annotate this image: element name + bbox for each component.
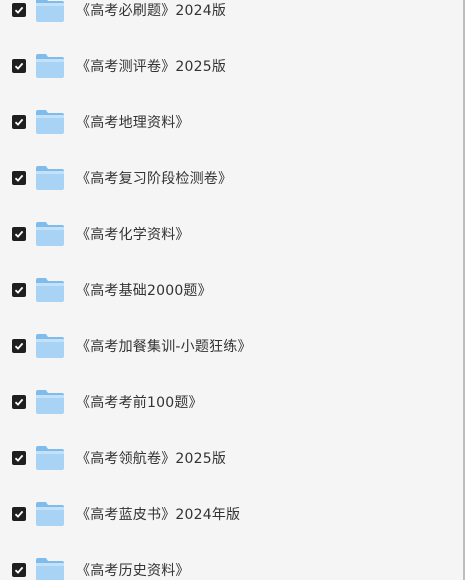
list-item[interactable]: 《高考领航卷》2025版	[0, 430, 460, 486]
file-name: 《高考基础2000题》	[76, 283, 212, 299]
list-item[interactable]: 《高考蓝皮书》2024年版	[0, 486, 460, 542]
folder-icon	[35, 0, 65, 23]
list-item[interactable]: 《高考历史资料》	[0, 542, 460, 580]
list-item[interactable]: 《高考复习阶段检测卷》	[0, 150, 460, 206]
list-item[interactable]: 《高考考前100题》	[0, 374, 460, 430]
file-name: 《高考化学资料》	[76, 227, 190, 243]
checkbox-checked-icon[interactable]	[12, 563, 26, 577]
file-name: 《高考领航卷》2025版	[76, 451, 227, 467]
file-list-panel: 《高考必刷题》2024版 《高考测评卷》2025版 《高考地理资料》 《高考复习…	[0, 0, 465, 580]
list-item[interactable]: 《高考加餐集训-小题狂练》	[0, 318, 460, 374]
folder-icon	[35, 501, 65, 527]
checkbox-checked-icon[interactable]	[12, 339, 26, 353]
list-item[interactable]: 《高考测评卷》2025版	[0, 38, 460, 94]
file-name: 《高考必刷题》2024版	[76, 3, 227, 19]
checkbox-checked-icon[interactable]	[12, 283, 26, 297]
folder-icon	[35, 445, 65, 471]
folder-icon	[35, 221, 65, 247]
file-name: 《高考考前100题》	[76, 395, 203, 411]
file-name: 《高考历史资料》	[76, 563, 190, 579]
folder-icon	[35, 333, 65, 359]
checkbox-checked-icon[interactable]	[12, 507, 26, 521]
folder-icon	[35, 389, 65, 415]
file-name: 《高考地理资料》	[76, 115, 190, 131]
checkbox-checked-icon[interactable]	[12, 59, 26, 73]
checkbox-checked-icon[interactable]	[12, 395, 26, 409]
checkbox-checked-icon[interactable]	[12, 171, 26, 185]
list-item[interactable]: 《高考化学资料》	[0, 206, 460, 262]
folder-icon	[35, 557, 65, 580]
folder-icon	[35, 109, 65, 135]
checkbox-checked-icon[interactable]	[12, 115, 26, 129]
file-name: 《高考测评卷》2025版	[76, 59, 227, 75]
list-item[interactable]: 《高考地理资料》	[0, 94, 460, 150]
checkbox-checked-icon[interactable]	[12, 3, 26, 17]
file-name: 《高考蓝皮书》2024年版	[76, 507, 241, 523]
list-item[interactable]: 《高考必刷题》2024版	[0, 0, 460, 38]
checkbox-checked-icon[interactable]	[12, 227, 26, 241]
file-name: 《高考复习阶段检测卷》	[76, 171, 233, 187]
file-name: 《高考加餐集训-小题狂练》	[76, 339, 252, 355]
list-item[interactable]: 《高考基础2000题》	[0, 262, 460, 318]
folder-icon	[35, 53, 65, 79]
folder-icon	[35, 165, 65, 191]
folder-icon	[35, 277, 65, 303]
checkbox-checked-icon[interactable]	[12, 451, 26, 465]
